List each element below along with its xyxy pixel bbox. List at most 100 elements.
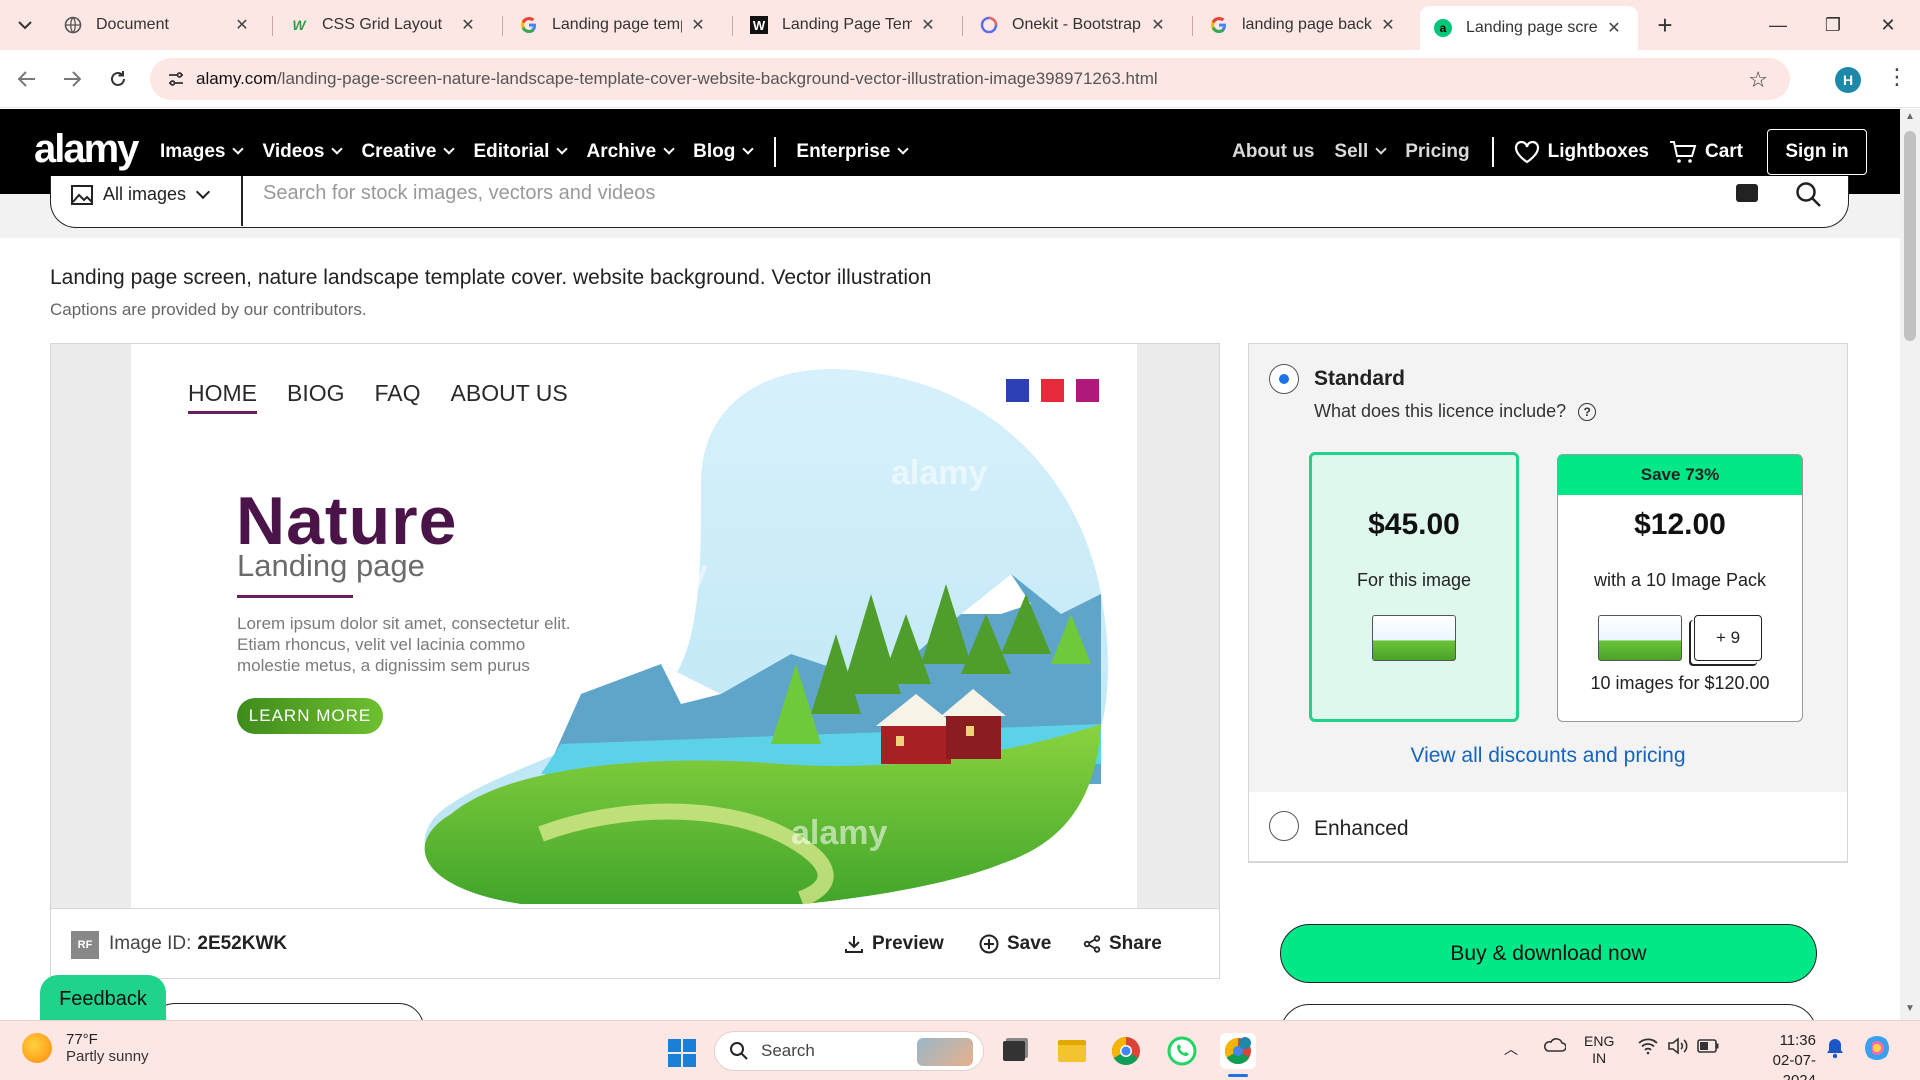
file-explorer-icon[interactable]	[1054, 1033, 1090, 1069]
nav-label: Images	[160, 140, 226, 162]
about-us-link[interactable]: About us	[1232, 141, 1314, 163]
nav-enterprise[interactable]: Enterprise	[796, 141, 910, 163]
tray-chevron-up-icon[interactable]: ︿	[1504, 1039, 1518, 1059]
close-icon[interactable]: ✕	[918, 15, 938, 35]
single-image-option[interactable]: $45.00 For this image	[1309, 452, 1519, 722]
close-icon[interactable]: ✕	[1378, 15, 1398, 35]
tab-title: landing page backgr	[1242, 16, 1372, 33]
chevron-down-icon	[443, 143, 456, 155]
nav-archive[interactable]: Archive	[586, 140, 675, 163]
nav-images[interactable]: Images	[160, 140, 245, 163]
lightboxes-link[interactable]: Lightboxes	[1514, 140, 1649, 164]
stock-image-preview[interactable]: alamy alamy alamy HOME BIOG FAQ ABOUT US…	[131, 344, 1137, 908]
forward-button[interactable]	[57, 64, 87, 94]
feedback-button[interactable]: Feedback	[40, 975, 166, 1023]
licence-info-link[interactable]: What does this licence include??	[1314, 401, 1597, 422]
tab-document[interactable]: Document ✕	[50, 8, 266, 42]
close-icon[interactable]: ✕	[1148, 15, 1168, 35]
taskbar-search[interactable]: Search	[714, 1031, 984, 1071]
close-icon[interactable]: ✕	[232, 15, 252, 35]
nav-editorial[interactable]: Editorial	[473, 141, 569, 163]
bookmark-star-icon[interactable]: ☆	[1748, 67, 1768, 93]
nav-label: Archive	[586, 140, 657, 162]
site-settings-icon[interactable]	[166, 69, 186, 89]
pack-note: 10 images for $120.00	[1590, 673, 1770, 693]
language-indicator[interactable]: ENG IN	[1584, 1033, 1614, 1067]
wifi-icon[interactable]	[1637, 1037, 1659, 1058]
nav-videos[interactable]: Videos	[262, 141, 344, 163]
nav-label: Lightboxes	[1547, 140, 1649, 162]
caption-note: Captions are provided by our contributor…	[50, 300, 367, 319]
chevron-down-icon	[1375, 143, 1387, 155]
profile-avatar[interactable]: H	[1835, 67, 1861, 93]
tab-landing-page-template[interactable]: W Landing Page Templa ✕	[736, 8, 952, 42]
search-filter-dropdown[interactable]: All images	[71, 184, 211, 205]
close-icon[interactable]: ✕	[1604, 18, 1624, 38]
search-input[interactable]: Search for stock images, vectors and vid…	[263, 182, 655, 205]
enhanced-radio[interactable]	[1269, 811, 1299, 841]
weather-sun-icon	[22, 1033, 52, 1063]
tab-alamy-active[interactable]: a Landing page screen, ✕	[1420, 6, 1638, 50]
minimize-button[interactable]: —	[1758, 8, 1798, 42]
notification-bell-icon[interactable]	[1825, 1037, 1845, 1062]
chrome-profile-icon[interactable]	[1220, 1033, 1256, 1069]
view-all-pricing-link[interactable]: View all discounts and pricing	[1249, 744, 1847, 768]
licence-question: What does this licence include?	[1314, 401, 1567, 421]
scroll-thumb[interactable]	[1904, 131, 1916, 341]
volume-icon[interactable]	[1667, 1037, 1689, 1058]
chevron-down-icon	[18, 21, 32, 30]
scroll-down-icon[interactable]: ▼	[1904, 1003, 1916, 1014]
preview-button[interactable]: Preview	[844, 933, 944, 955]
image-thumbnail	[1372, 615, 1456, 661]
new-tab-button[interactable]: +	[1650, 10, 1680, 40]
task-view-icon[interactable]	[996, 1033, 1032, 1069]
close-icon[interactable]: ✕	[688, 15, 708, 35]
sign-in-button[interactable]: Sign in	[1767, 128, 1867, 175]
page-scrollbar[interactable]: ▲ ▼	[1900, 109, 1920, 1020]
buy-download-button[interactable]: Buy & download now	[1280, 924, 1817, 983]
standard-radio[interactable]	[1269, 364, 1299, 394]
nav-creative[interactable]: Creative	[361, 141, 456, 163]
windows-start-icon[interactable]	[668, 1039, 696, 1067]
camera-icon[interactable]	[1736, 184, 1758, 202]
tab-search-button[interactable]	[10, 10, 40, 40]
close-window-button[interactable]: ✕	[1868, 8, 1908, 42]
chevron-down-icon	[232, 143, 245, 155]
onedrive-cloud-icon[interactable]	[1542, 1037, 1567, 1056]
help-icon[interactable]: ?	[1578, 402, 1597, 421]
nav-blog[interactable]: Blog	[693, 141, 755, 163]
nav-label: Sell	[1334, 140, 1369, 162]
active-app-indicator	[1228, 1074, 1248, 1077]
image-pack-option[interactable]: Save 73% $12.00 with a 10 Image Pack + 9…	[1557, 454, 1803, 722]
nav-label: Cart	[1704, 140, 1743, 162]
copilot-icon[interactable]	[1862, 1033, 1892, 1066]
whatsapp-icon[interactable]	[1164, 1033, 1200, 1069]
weather-widget[interactable]: 77°F Partly sunny	[22, 1031, 149, 1065]
save-button[interactable]: Save	[979, 933, 1051, 955]
share-button[interactable]: Share	[1083, 933, 1162, 955]
restore-button[interactable]: ❐	[1813, 8, 1853, 42]
tab-onekit[interactable]: Onekit - Bootstrap La ✕	[966, 8, 1182, 42]
weather-temp: 77°F	[66, 1031, 98, 1048]
battery-icon[interactable]	[1697, 1039, 1719, 1056]
tab-title: CSS Grid Layout	[322, 16, 443, 33]
browser-menu-icon[interactable]: ⋮	[1886, 64, 1908, 90]
pricing-link[interactable]: Pricing	[1405, 141, 1469, 163]
tab-google-landing[interactable]: Landing page templa ✕	[506, 8, 722, 42]
back-button[interactable]	[12, 64, 42, 94]
image-icon	[71, 184, 93, 205]
chrome-icon[interactable]	[1108, 1033, 1144, 1069]
cart-link[interactable]: Cart	[1669, 140, 1743, 164]
tab-google-background[interactable]: landing page backgr ✕	[1196, 8, 1412, 42]
sell-menu[interactable]: Sell	[1334, 140, 1387, 163]
w3-icon: W	[292, 17, 306, 33]
alamy-logo[interactable]: alamy	[34, 127, 139, 172]
system-clock[interactable]: 11:36 02-07-2024	[1752, 1031, 1816, 1080]
search-icon[interactable]	[1794, 180, 1822, 208]
tab-css-grid[interactable]: W CSS Grid Layout ✕	[276, 8, 492, 42]
url-input[interactable]: alamy.com/landing-page-screen-nature-lan…	[150, 58, 1790, 100]
close-icon[interactable]: ✕	[458, 15, 478, 35]
reload-button[interactable]	[103, 64, 133, 94]
scroll-up-icon[interactable]: ▲	[1904, 111, 1916, 122]
mock-learn-more-button: LEARN MORE	[237, 698, 383, 734]
